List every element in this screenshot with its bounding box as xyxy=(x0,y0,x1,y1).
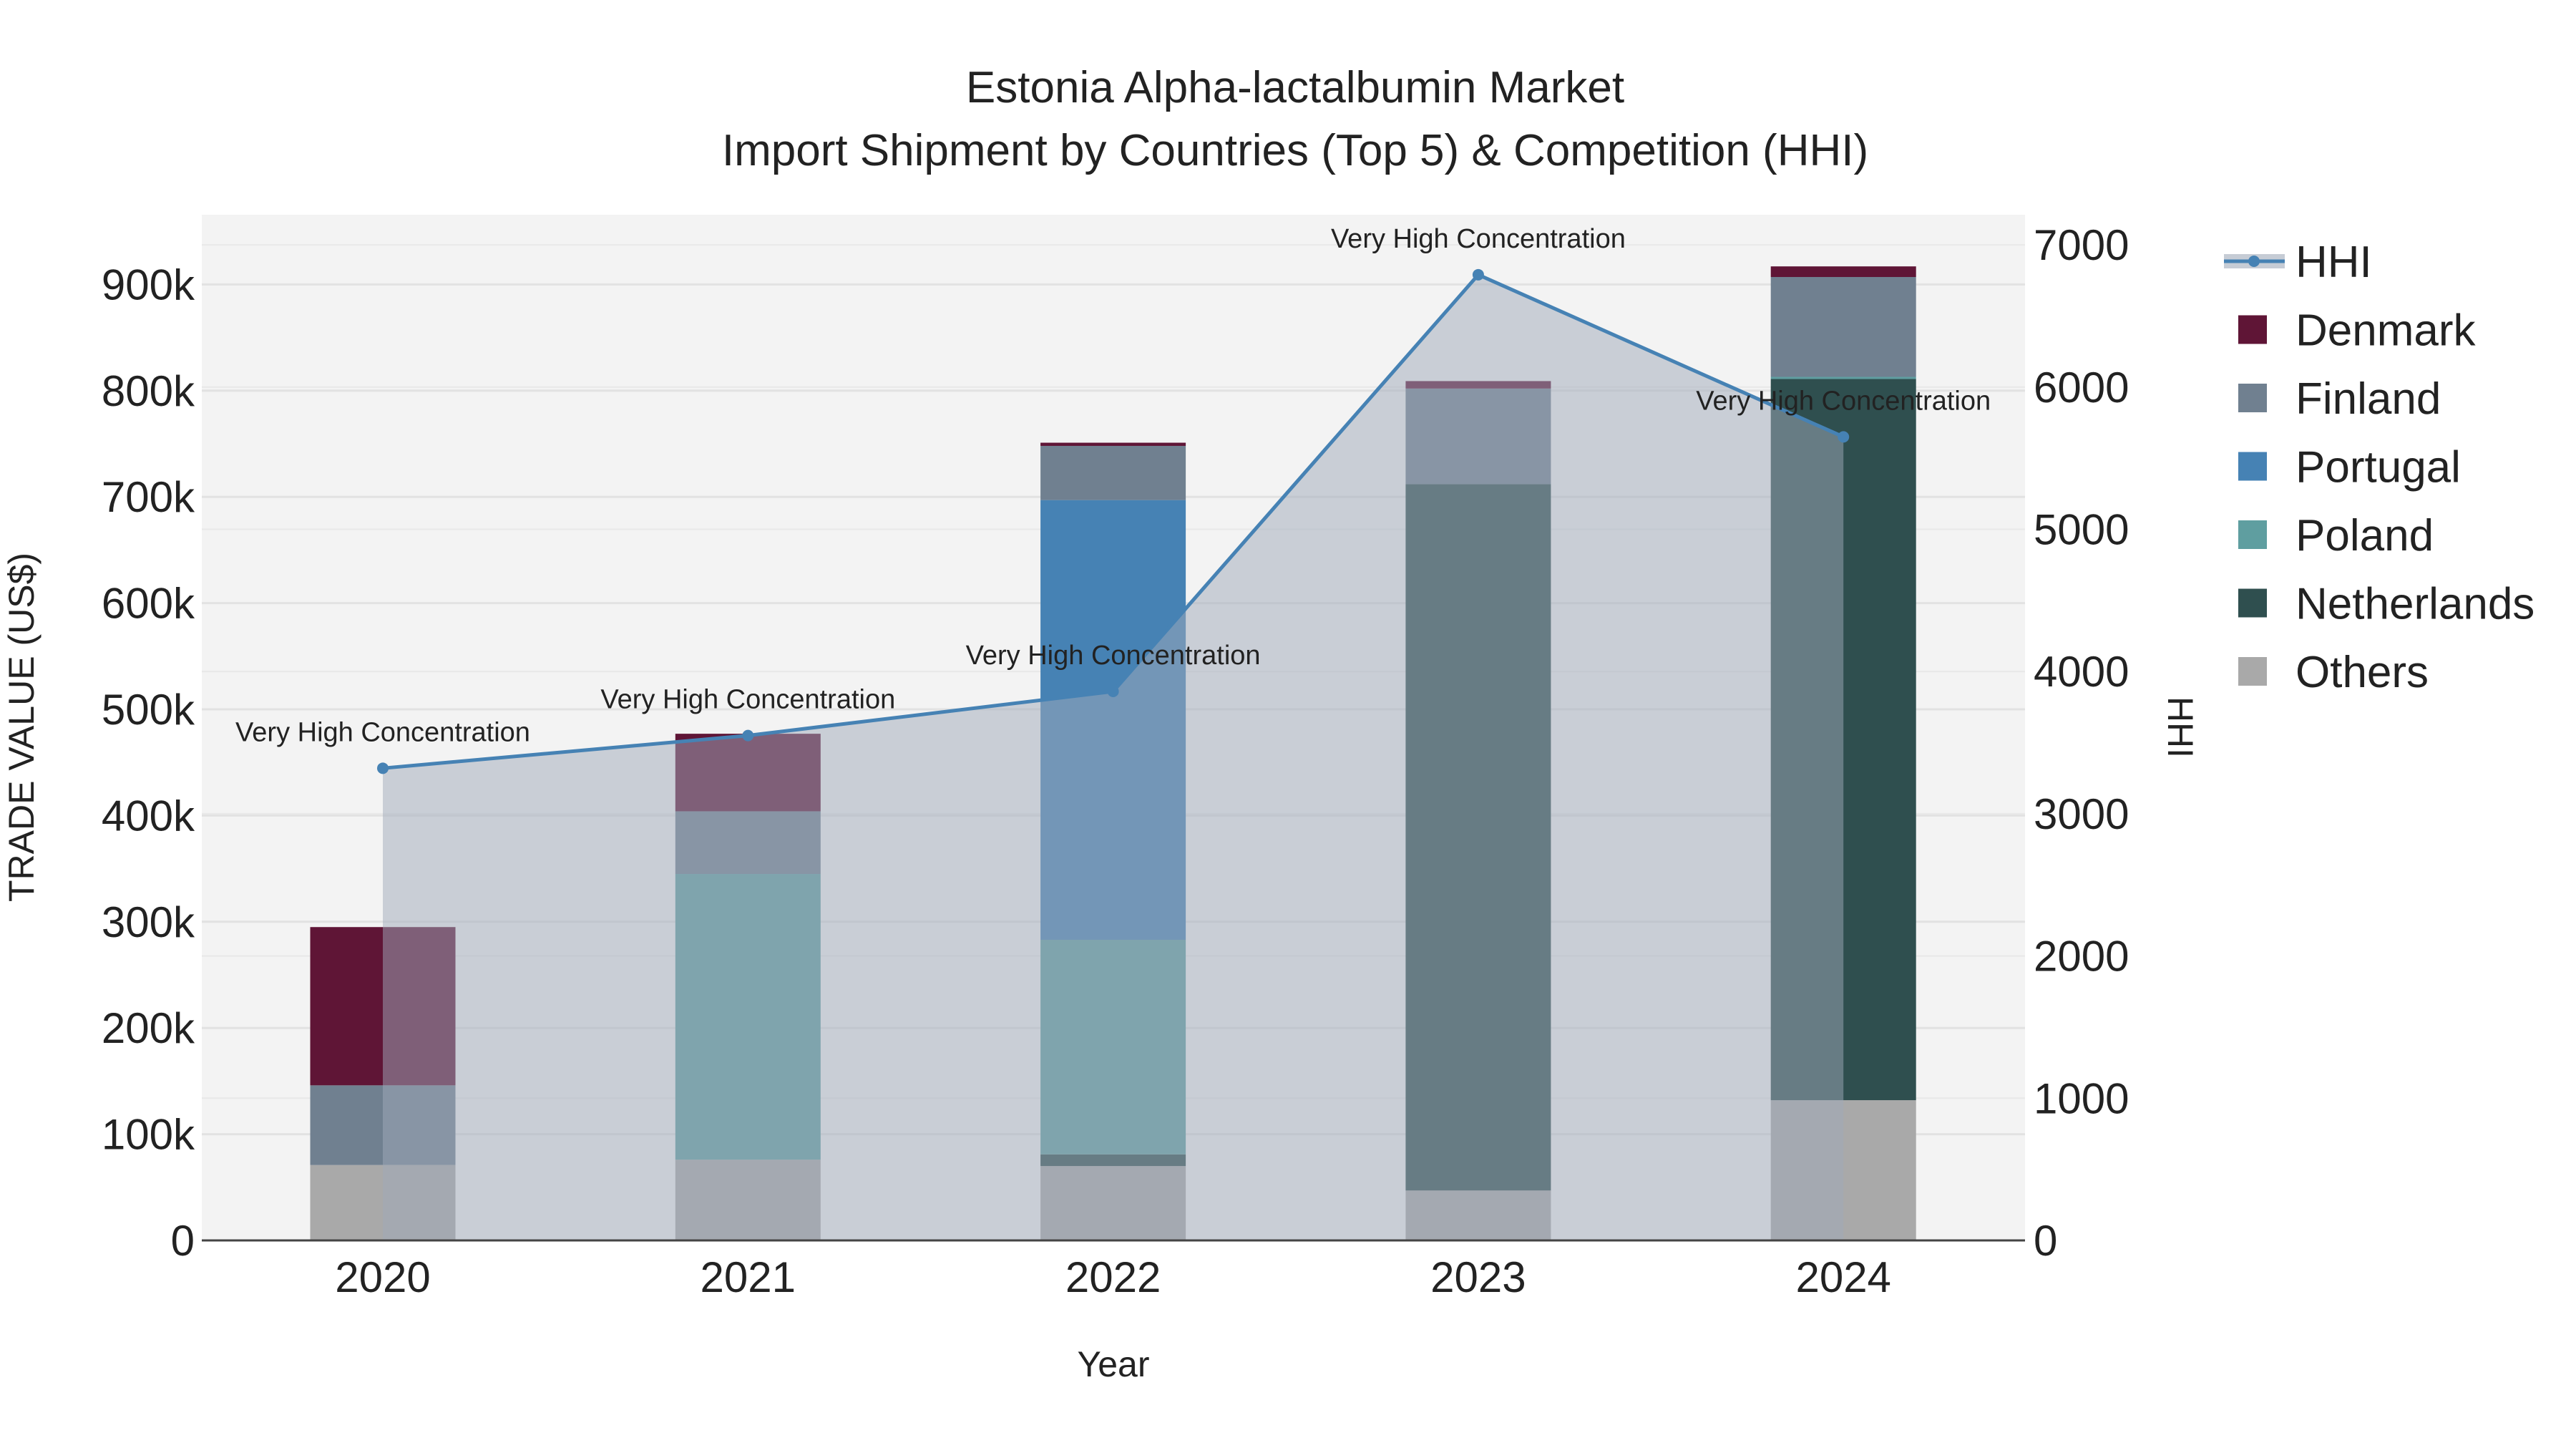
y-tick-label: 800k xyxy=(102,367,195,415)
y2-tick-label: 5000 xyxy=(2034,506,2129,554)
legend-swatch-hhi-marker xyxy=(2248,256,2260,267)
legend-swatch-netherlands xyxy=(2238,588,2267,618)
y-tick-label: 100k xyxy=(102,1111,195,1159)
hhi-point-2022 xyxy=(1107,686,1119,698)
legend-swatch-poland xyxy=(2238,520,2267,549)
x-tick-label: 2020 xyxy=(335,1253,430,1301)
chart-title: Estonia Alpha-lactalbumin Market xyxy=(966,63,1624,112)
y2-tick-label: 4000 xyxy=(2034,648,2129,696)
legend-swatch-others xyxy=(2238,657,2267,686)
legend-label-hhi: HHI xyxy=(2296,238,2372,287)
y2-tick-label: 2000 xyxy=(2034,933,2129,981)
y-tick-label: 600k xyxy=(102,580,195,628)
y-axis-label: TRADE VALUE (US$) xyxy=(1,553,42,902)
bar-poland-2024 xyxy=(1770,376,1916,379)
hhi-annotation: Very High Concentration xyxy=(235,717,530,747)
hhi-annotation: Very High Concentration xyxy=(600,685,895,715)
legend-label-portugal: Portugal xyxy=(2296,443,2461,492)
y-tick-label: 900k xyxy=(102,261,195,308)
y-tick-label: 500k xyxy=(102,686,195,734)
y2-tick-label: 3000 xyxy=(2034,790,2129,838)
y2-tick-label: 7000 xyxy=(2034,221,2129,269)
legend-label-netherlands: Netherlands xyxy=(2296,580,2534,629)
x-tick-label: 2021 xyxy=(701,1253,796,1301)
bar-denmark-2024 xyxy=(1770,266,1916,278)
x-tick-label: 2023 xyxy=(1430,1253,1526,1301)
hhi-point-2023 xyxy=(1472,268,1484,281)
legend-label-finland: Finland xyxy=(2296,374,2441,424)
hhi-annotation: Very High Concentration xyxy=(1331,224,1626,254)
legend-label-poland: Poland xyxy=(2296,511,2434,560)
hhi-point-2021 xyxy=(742,729,754,742)
x-tick-label: 2024 xyxy=(1795,1253,1890,1301)
y-tick-label: 0 xyxy=(171,1217,195,1265)
bar-finland-2024 xyxy=(1770,277,1916,377)
bar-denmark-2022 xyxy=(1040,442,1186,446)
legend: HHI Denmark Finland Portugal Poland Netherlan… xyxy=(2224,238,2534,697)
legend-label-denmark: Denmark xyxy=(2296,306,2477,356)
y2-tick-label: 6000 xyxy=(2034,364,2129,412)
chart: Very High Concentration Very High Concent… xyxy=(1,63,2534,1384)
hhi-annotation: Very High Concentration xyxy=(1696,386,1991,416)
y-tick-label: 300k xyxy=(102,898,195,946)
y2-tick-label: 0 xyxy=(2034,1217,2057,1265)
y-tick-label: 200k xyxy=(102,1004,195,1052)
legend-label-others: Others xyxy=(2296,648,2429,697)
y-tick-label: 400k xyxy=(102,792,195,840)
legend-swatch-denmark xyxy=(2238,315,2267,344)
y-tick-label: 700k xyxy=(102,473,195,521)
x-tick-label: 2022 xyxy=(1065,1253,1161,1301)
legend-swatch-portugal xyxy=(2238,452,2267,481)
bar-finland-2022 xyxy=(1040,445,1186,500)
legend-swatch-finland xyxy=(2238,384,2267,412)
y2-tick-label: 1000 xyxy=(2034,1074,2129,1122)
hhi-point-2024 xyxy=(1838,431,1850,443)
y2-axis-label: HHI xyxy=(2160,696,2200,758)
chart-subtitle: Import Shipment by Countries (Top 5) & C… xyxy=(722,126,1868,175)
hhi-point-2020 xyxy=(377,762,389,774)
x-axis-label: Year xyxy=(1077,1344,1149,1384)
hhi-annotation: Very High Concentration xyxy=(966,641,1261,671)
